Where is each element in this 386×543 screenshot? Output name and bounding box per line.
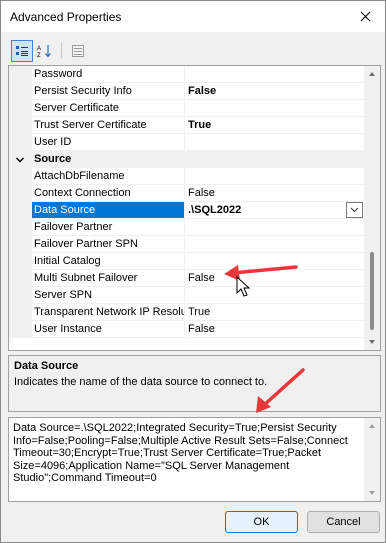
property-name: Trust Server Certificate: [32, 117, 185, 134]
property-value[interactable]: [186, 168, 365, 185]
svg-text:Z: Z: [37, 53, 41, 58]
property-row-attachdbfilename[interactable]: AttachDbFilename: [9, 168, 365, 185]
property-name: Multi Subnet Failover: [32, 270, 185, 287]
property-pages-icon: [72, 45, 84, 57]
row-gutter: [9, 185, 32, 202]
category-row-source[interactable]: Source: [9, 151, 365, 168]
property-value[interactable]: False: [186, 185, 365, 202]
alphabetical-button[interactable]: A Z: [34, 40, 56, 62]
property-value-input[interactable]: .\SQL2022: [186, 202, 365, 219]
row-gutter: [9, 168, 32, 185]
property-value[interactable]: False: [186, 83, 365, 100]
toolbar-separator: [61, 42, 62, 58]
scroll-up-icon[interactable]: [368, 70, 376, 78]
ok-button[interactable]: OK: [225, 511, 298, 533]
property-name: User Instance: [32, 321, 185, 338]
row-gutter: [9, 83, 32, 100]
property-row-transparent-network-ip-resolution[interactable]: Transparent Network IP Resolu True: [9, 304, 365, 321]
property-name: Password: [32, 66, 185, 83]
svg-text:A: A: [37, 46, 41, 52]
property-name: Initial Catalog: [32, 253, 185, 270]
close-button[interactable]: [345, 1, 385, 32]
row-gutter: [9, 134, 32, 151]
property-name: Failover Partner: [32, 219, 185, 236]
toolbar: A Z: [7, 38, 381, 62]
property-row-failover-partner[interactable]: Failover Partner: [9, 219, 365, 236]
property-name: Server Certificate: [32, 100, 185, 117]
property-row-server-spn[interactable]: Server SPN: [9, 287, 365, 304]
property-row-user-instance[interactable]: User Instance False: [9, 321, 365, 338]
categorized-icon: [16, 46, 28, 56]
property-row-context-connection[interactable]: Context Connection False: [9, 185, 365, 202]
chevron-down-icon: [350, 207, 359, 213]
property-row-server-certificate[interactable]: Server Certificate: [9, 100, 365, 117]
scroll-up-icon[interactable]: [368, 422, 376, 430]
row-gutter: [9, 270, 32, 287]
dialog-title: Advanced Properties: [10, 10, 122, 24]
row-gutter: [9, 236, 32, 253]
property-row-failover-partner-spn[interactable]: Failover Partner SPN: [9, 236, 365, 253]
row-gutter: [9, 304, 32, 321]
row-gutter: [9, 100, 32, 117]
connection-string-text[interactable]: Data Source=.\SQL2022;Integrated Securit…: [13, 422, 361, 485]
property-value[interactable]: [186, 134, 365, 151]
property-row-persist-security-info[interactable]: Persist Security Info False: [9, 83, 365, 100]
row-gutter: [9, 287, 32, 304]
help-pane: Data Source Indicates the name of the da…: [8, 355, 381, 412]
row-gutter: [9, 321, 32, 338]
scroll-down-icon[interactable]: [368, 489, 376, 497]
property-row-data-source[interactable]: Data Source .\SQL2022: [9, 202, 365, 219]
property-name: Server SPN: [32, 287, 185, 304]
close-icon: [360, 11, 370, 22]
property-name: User ID: [32, 134, 185, 151]
property-pages-button[interactable]: [67, 40, 89, 62]
property-value[interactable]: [186, 253, 365, 270]
property-value[interactable]: True: [186, 117, 365, 134]
property-row-password[interactable]: Password: [9, 66, 365, 83]
title-bar: Advanced Properties: [1, 1, 385, 32]
row-gutter: [9, 253, 32, 270]
property-value[interactable]: True: [186, 304, 365, 321]
connection-string-scrollbar[interactable]: [364, 418, 380, 501]
property-name: AttachDbFilename: [32, 168, 185, 185]
property-name: Context Connection: [32, 185, 185, 202]
property-value[interactable]: [186, 66, 365, 83]
property-row-initial-catalog[interactable]: Initial Catalog: [9, 253, 365, 270]
scrollbar-thumb[interactable]: [370, 252, 374, 330]
property-value[interactable]: [186, 287, 365, 304]
property-value[interactable]: [186, 100, 365, 117]
property-row-trust-server-certificate[interactable]: Trust Server Certificate True: [9, 117, 365, 134]
row-gutter: [9, 202, 32, 219]
property-value[interactable]: [186, 236, 365, 253]
row-gutter: [9, 117, 32, 134]
property-grid[interactable]: Password Persist Security Info False Ser…: [8, 65, 381, 351]
advanced-properties-dialog: Advanced Properties A Z Password Persist…: [0, 0, 386, 543]
cancel-button[interactable]: Cancel: [307, 511, 380, 533]
property-name: Transparent Network IP Resolu: [32, 304, 185, 321]
property-value[interactable]: False: [186, 321, 365, 338]
scroll-down-icon[interactable]: [368, 338, 376, 346]
help-title: Data Source: [14, 360, 79, 372]
vertical-scrollbar[interactable]: [364, 66, 380, 350]
property-row-multi-subnet-failover[interactable]: Multi Subnet Failover False: [9, 270, 365, 287]
property-value[interactable]: [186, 219, 365, 236]
row-gutter: [9, 66, 32, 83]
property-name: Data Source: [32, 202, 185, 219]
dropdown-button[interactable]: [346, 202, 363, 218]
collapse-chevron-icon[interactable]: [14, 154, 26, 166]
connection-string-textbox[interactable]: Data Source=.\SQL2022;Integrated Securit…: [8, 417, 381, 502]
help-description: Indicates the name of the data source to…: [14, 376, 268, 388]
categorized-button[interactable]: [11, 40, 33, 62]
property-name: Persist Security Info: [32, 83, 185, 100]
property-value[interactable]: False: [186, 270, 365, 287]
category-label: Source: [32, 151, 365, 168]
row-gutter: [9, 219, 32, 236]
property-row-user-id[interactable]: User ID: [9, 134, 365, 151]
property-name: Failover Partner SPN: [32, 236, 185, 253]
sort-az-icon: A Z: [37, 45, 51, 58]
